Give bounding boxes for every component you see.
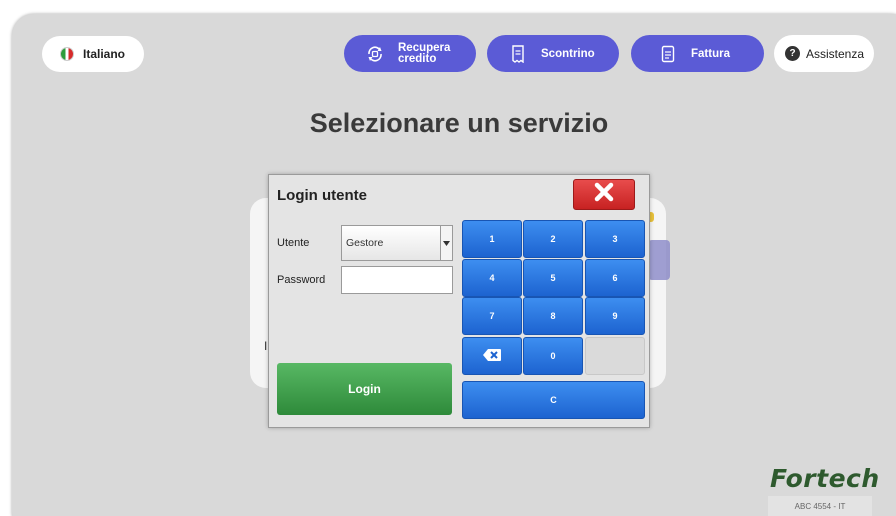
backspace-icon bbox=[482, 348, 502, 364]
key-5[interactable]: 5 bbox=[523, 259, 583, 297]
key-7[interactable]: 7 bbox=[462, 297, 522, 335]
key-backspace[interactable] bbox=[462, 337, 522, 375]
key-1[interactable]: 1 bbox=[462, 220, 522, 258]
language-label: Italiano bbox=[83, 47, 126, 61]
invoice-icon bbox=[659, 45, 677, 63]
key-0[interactable]: 0 bbox=[523, 337, 583, 375]
user-select-value: Gestore bbox=[346, 237, 384, 249]
scontrino-label: Scontrino bbox=[541, 47, 595, 60]
password-input[interactable] bbox=[341, 266, 453, 294]
key-empty bbox=[585, 337, 645, 375]
recupera-credito-label: Recupera credito bbox=[398, 42, 452, 65]
recupera-line2: credito bbox=[398, 52, 437, 65]
close-button[interactable] bbox=[573, 179, 635, 210]
service-card-illustration bbox=[648, 240, 670, 280]
language-button[interactable]: Italiano bbox=[42, 36, 144, 72]
refresh-coin-icon bbox=[366, 45, 384, 63]
key-6[interactable]: 6 bbox=[585, 259, 645, 297]
assistenza-label: Assistenza bbox=[806, 46, 865, 61]
key-clear[interactable]: C bbox=[462, 381, 645, 419]
key-4[interactable]: 4 bbox=[462, 259, 522, 297]
scontrino-button[interactable]: Scontrino bbox=[487, 35, 619, 72]
machine-id: ABC 4554 - IT bbox=[768, 496, 872, 516]
assistenza-button[interactable]: ? Assistenza bbox=[774, 35, 874, 72]
fattura-button[interactable]: Fattura bbox=[631, 35, 764, 72]
help-icon: ? bbox=[785, 46, 800, 61]
brand-logo: Fortech bbox=[770, 464, 880, 493]
login-dialog: Login utente Utente Gestore Password Log… bbox=[268, 174, 650, 428]
key-8[interactable]: 8 bbox=[523, 297, 583, 335]
recupera-credito-button[interactable]: Recupera credito bbox=[344, 35, 476, 72]
key-2[interactable]: 2 bbox=[523, 220, 583, 258]
receipt-icon bbox=[509, 44, 527, 63]
user-label: Utente bbox=[277, 237, 310, 249]
key-3[interactable]: 3 bbox=[585, 220, 645, 258]
password-label: Password bbox=[277, 274, 326, 286]
login-button[interactable]: Login bbox=[277, 363, 452, 415]
dialog-title: Login utente bbox=[277, 187, 367, 204]
service-card-label: I bbox=[264, 339, 268, 353]
flag-it-icon bbox=[60, 47, 74, 61]
user-select[interactable]: Gestore bbox=[341, 225, 453, 261]
dropdown-arrow-icon[interactable] bbox=[440, 226, 452, 260]
key-9[interactable]: 9 bbox=[585, 297, 645, 335]
close-x-icon bbox=[592, 181, 616, 208]
page-title: Selezionare un servizio bbox=[309, 108, 609, 138]
fattura-label: Fattura bbox=[691, 47, 730, 60]
